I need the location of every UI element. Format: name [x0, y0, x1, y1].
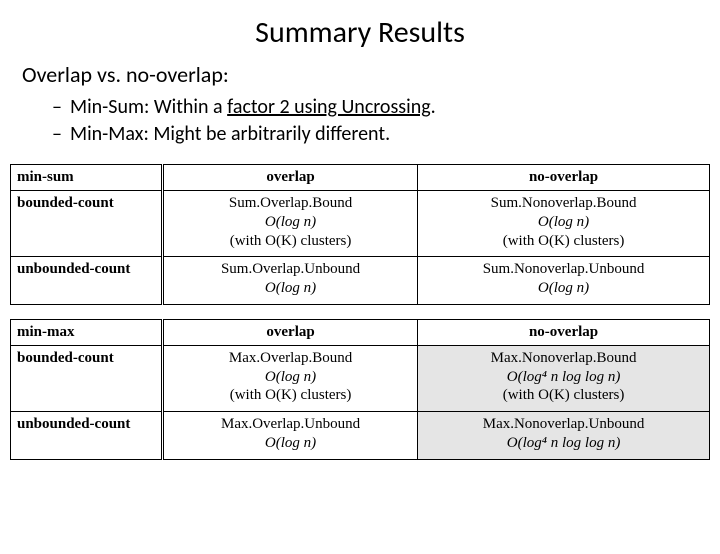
- row-header-unbounded: unbounded-count: [11, 412, 163, 460]
- algo-name: Sum.Overlap.Unbound: [168, 260, 413, 279]
- cell: Max.Overlap.Unbound O(log n): [163, 412, 418, 460]
- algo-name: Max.Nonoverlap.Bound: [422, 349, 705, 368]
- complexity: O(log n): [168, 279, 413, 298]
- complexity: O(log⁴ n log log n): [422, 368, 705, 387]
- page-title: Summary Results: [0, 14, 720, 51]
- complexity: O(log n): [168, 213, 413, 232]
- table-row: bounded-count Sum.Overlap.Bound O(log n)…: [11, 191, 710, 257]
- corner-label: min-max: [11, 319, 163, 345]
- algo-name: Sum.Overlap.Bound: [168, 194, 413, 213]
- bullet-list: – Min-Sum: Within a factor 2 using Uncro…: [52, 94, 720, 148]
- row-header-unbounded: unbounded-count: [11, 257, 163, 305]
- table-minsum: min-sum overlap no-overlap bounded-count…: [10, 164, 710, 305]
- row-header-bounded: bounded-count: [11, 345, 163, 411]
- col-header-nooverlap: no-overlap: [418, 165, 710, 191]
- row-header-bounded: bounded-count: [11, 191, 163, 257]
- cell-highlighted: Max.Nonoverlap.Unbound O(log⁴ n log log …: [418, 412, 710, 460]
- table-row: min-sum overlap no-overlap: [11, 165, 710, 191]
- dash-icon: –: [52, 94, 62, 121]
- table-row: bounded-count Max.Overlap.Bound O(log n)…: [11, 345, 710, 411]
- cell-highlighted: Max.Nonoverlap.Bound O(log⁴ n log log n)…: [418, 345, 710, 411]
- algo-name: Max.Nonoverlap.Unbound: [422, 415, 705, 434]
- bullet-text-suffix: .: [431, 95, 436, 119]
- complexity: O(log⁴ n log log n): [422, 434, 705, 453]
- uncrossing-link[interactable]: factor 2 using Uncrossing: [227, 95, 430, 119]
- bullet-minmax: – Min-Max: Might be arbitrarily differen…: [52, 121, 720, 148]
- algo-name: Sum.Nonoverlap.Unbound: [422, 260, 705, 279]
- complexity: O(log n): [168, 368, 413, 387]
- cell: Sum.Nonoverlap.Bound O(log n) (with O(K)…: [418, 191, 710, 257]
- cell: Max.Overlap.Bound O(log n) (with O(K) cl…: [163, 345, 418, 411]
- complexity: O(log n): [422, 279, 705, 298]
- note: (with O(K) clusters): [422, 386, 705, 405]
- dash-icon: –: [52, 121, 62, 148]
- bullet-text: Min-Sum: Within a: [70, 95, 227, 119]
- note: (with O(K) clusters): [422, 232, 705, 251]
- bullet-text: Min-Max: Might be arbitrarily different.: [70, 121, 390, 148]
- note: (with O(K) clusters): [168, 232, 413, 251]
- complexity: O(log n): [422, 213, 705, 232]
- algo-name: Max.Overlap.Unbound: [168, 415, 413, 434]
- col-header-nooverlap: no-overlap: [418, 319, 710, 345]
- table-row: unbounded-count Max.Overlap.Unbound O(lo…: [11, 412, 710, 460]
- section-subhead: Overlap vs. no-overlap:: [22, 61, 720, 88]
- table-row: unbounded-count Sum.Overlap.Unbound O(lo…: [11, 257, 710, 305]
- bullet-minsum: – Min-Sum: Within a factor 2 using Uncro…: [52, 94, 720, 121]
- cell: Sum.Overlap.Bound O(log n) (with O(K) cl…: [163, 191, 418, 257]
- algo-name: Max.Overlap.Bound: [168, 349, 413, 368]
- table-minmax: min-max overlap no-overlap bounded-count…: [10, 319, 710, 460]
- corner-label: min-sum: [11, 165, 163, 191]
- table-row: min-max overlap no-overlap: [11, 319, 710, 345]
- col-header-overlap: overlap: [163, 165, 418, 191]
- cell: Sum.Overlap.Unbound O(log n): [163, 257, 418, 305]
- col-header-overlap: overlap: [163, 319, 418, 345]
- algo-name: Sum.Nonoverlap.Bound: [422, 194, 705, 213]
- cell: Sum.Nonoverlap.Unbound O(log n): [418, 257, 710, 305]
- note: (with O(K) clusters): [168, 386, 413, 405]
- complexity: O(log n): [168, 434, 413, 453]
